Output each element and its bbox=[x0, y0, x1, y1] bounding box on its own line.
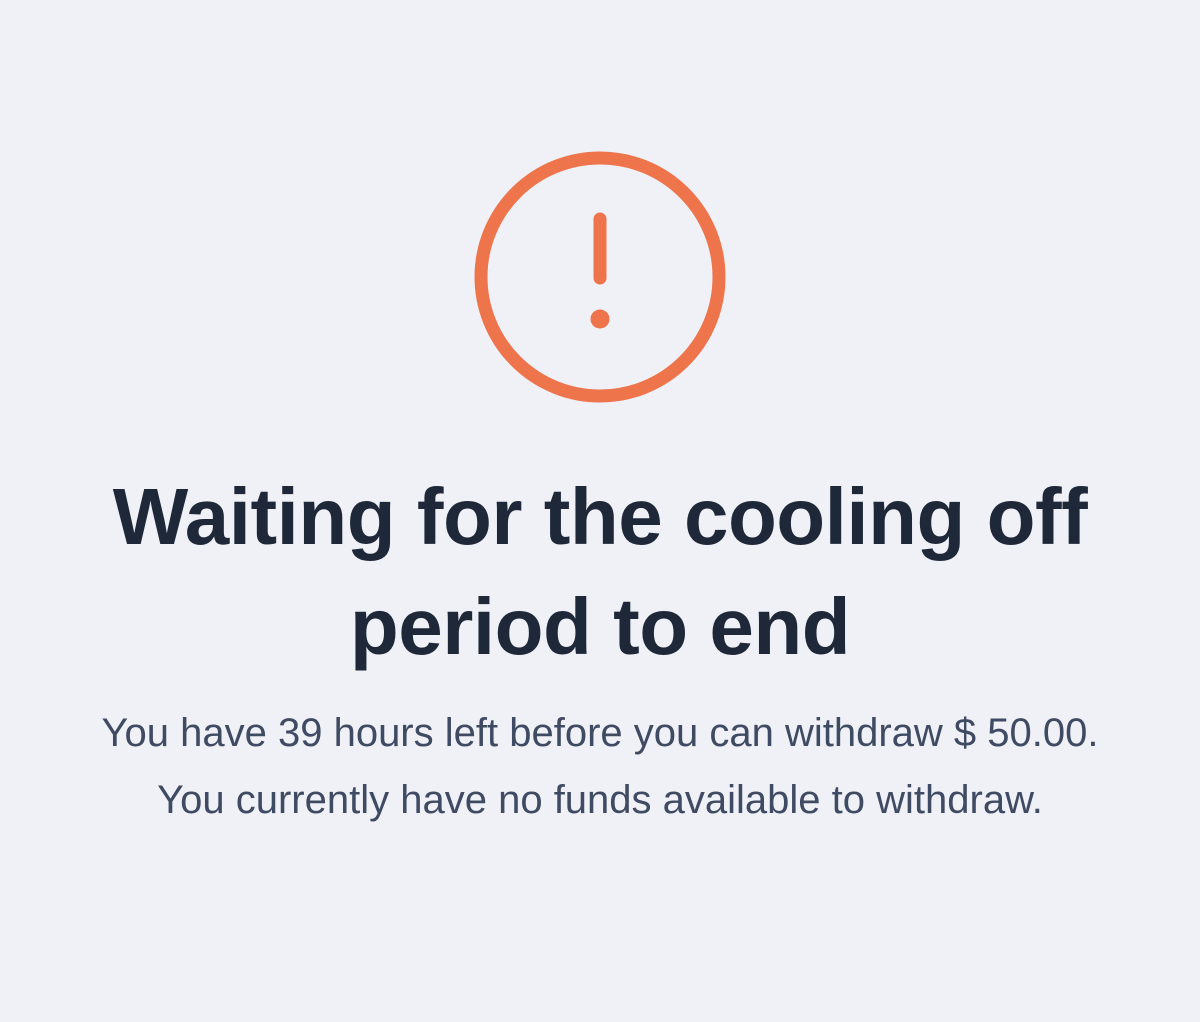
cooling-off-status-screen: Waiting for the cooling off period to en… bbox=[0, 0, 1200, 1022]
exclamation-circle-icon bbox=[474, 151, 726, 403]
status-message: You have 39 hours left before you can wi… bbox=[101, 711, 1099, 822]
alert-icon-container bbox=[473, 150, 727, 404]
page-title: Waiting for the cooling off period to en… bbox=[112, 472, 1088, 671]
